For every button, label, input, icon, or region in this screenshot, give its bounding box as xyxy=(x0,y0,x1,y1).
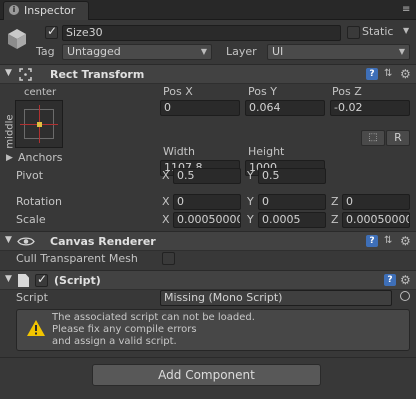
pivot-x-axis-label: X xyxy=(162,169,170,182)
help-icon[interactable]: ? xyxy=(366,68,378,80)
scale-z-field[interactable]: 0.00050000 xyxy=(342,212,410,228)
anchor-side-label: middle xyxy=(4,114,16,149)
pos-y-field[interactable]: 0.064 xyxy=(245,100,325,116)
pos-z-field[interactable]: -0.02 xyxy=(330,100,410,116)
pivot-x-field[interactable]: 0.5 xyxy=(173,168,241,184)
scale-x-axis-label: X xyxy=(162,213,170,226)
divider xyxy=(0,357,416,358)
scale-y-axis-label: Y xyxy=(247,213,254,226)
tag-value: Untagged xyxy=(67,45,121,58)
script-field-label: Script xyxy=(16,291,48,304)
tag-label: Tag xyxy=(36,45,55,58)
scale-label: Scale xyxy=(16,213,46,226)
raw-edit-label: R xyxy=(394,131,402,144)
width-label: Width xyxy=(163,145,195,158)
scale-x-field[interactable]: 0.00050000 xyxy=(173,212,241,228)
chevron-down-icon: ▼ xyxy=(200,47,207,56)
canvas-renderer-header[interactable]: ▼ Canvas Renderer ? ⇅ ⚙ xyxy=(0,231,416,251)
preset-icon[interactable]: ⇅ xyxy=(384,68,396,80)
warning-icon xyxy=(26,319,46,337)
anchor-preset-button[interactable] xyxy=(15,100,63,148)
tag-dropdown[interactable]: Untagged ▼ xyxy=(62,44,212,60)
foldout-arrow-icon[interactable]: ▼ xyxy=(5,68,12,78)
pos-x-field[interactable]: 0 xyxy=(160,100,240,116)
rotation-label: Rotation xyxy=(16,195,63,208)
pivot-y-field[interactable]: 0.5 xyxy=(258,168,326,184)
add-component-button[interactable]: Add Component xyxy=(92,364,321,386)
static-checkbox[interactable] xyxy=(347,26,360,39)
rot-y-axis-label: Y xyxy=(247,195,254,208)
eye-icon xyxy=(17,236,35,247)
chevron-down-icon: ▼ xyxy=(398,47,405,56)
rot-y-field[interactable]: 0 xyxy=(258,194,326,210)
add-component-label: Add Component xyxy=(158,368,255,382)
scale-z-axis-label: Z xyxy=(331,213,339,226)
foldout-arrow-icon[interactable]: ▼ xyxy=(5,235,12,245)
pivot-y-axis-label: Y xyxy=(247,169,254,182)
warning-line-2: Please fix any compile errors xyxy=(52,324,197,335)
layer-label: Layer xyxy=(226,45,257,58)
pos-z-label: Pos Z xyxy=(332,85,362,98)
tab-menu-icon[interactable]: ≡ xyxy=(402,4,410,16)
cull-checkbox[interactable] xyxy=(162,252,175,265)
cull-label: Cull Transparent Mesh xyxy=(16,252,138,265)
preset-icon[interactable]: ⇅ xyxy=(384,235,396,247)
canvas-renderer-title: Canvas Renderer xyxy=(50,235,156,248)
script-object-field[interactable]: Missing (Mono Script) xyxy=(160,290,392,306)
cube-icon xyxy=(6,27,28,51)
tab-inspector[interactable]: i Inspector xyxy=(3,1,89,20)
help-icon[interactable]: ? xyxy=(384,274,396,286)
pos-x-label: Pos X xyxy=(163,85,193,98)
anchors-foldout-icon[interactable]: ▶ xyxy=(6,153,13,163)
static-dropdown-icon[interactable]: ▼ xyxy=(403,26,409,35)
rect-transform-header[interactable]: ▼ Rect Transform ? ⇅ ⚙ xyxy=(0,64,416,84)
script-enabled-checkbox[interactable] xyxy=(35,272,48,287)
object-name-field[interactable]: Size30 xyxy=(62,25,341,41)
active-checkbox[interactable] xyxy=(45,24,58,39)
script-header[interactable]: ▼ (Script) ? ⚙ xyxy=(0,270,416,290)
warning-line-1: The associated script can not be loaded. xyxy=(52,312,255,323)
warning-box: The associated script can not be loaded.… xyxy=(16,309,410,351)
foldout-arrow-icon[interactable]: ▼ xyxy=(5,274,12,284)
rot-z-axis-label: Z xyxy=(331,195,339,208)
height-label: Height xyxy=(248,145,285,158)
gear-icon[interactable]: ⚙ xyxy=(400,274,412,286)
layer-dropdown[interactable]: UI ▼ xyxy=(267,44,410,60)
warning-line-3: and assign a valid script. xyxy=(52,336,177,347)
layer-value: UI xyxy=(272,45,284,58)
document-icon xyxy=(18,274,29,287)
anchor-top-label: center xyxy=(24,87,57,98)
blueprint-mode-button[interactable]: ⬚ xyxy=(361,130,385,146)
tab-label: Inspector xyxy=(24,4,76,17)
raw-edit-button[interactable]: R xyxy=(386,130,410,146)
rot-z-field[interactable]: 0 xyxy=(342,194,410,210)
object-picker-icon[interactable] xyxy=(400,291,410,301)
help-icon[interactable]: ? xyxy=(366,235,378,247)
gear-icon[interactable]: ⚙ xyxy=(400,68,412,80)
script-title: (Script) xyxy=(54,274,101,287)
rect-transform-icon xyxy=(19,68,32,81)
static-label: Static xyxy=(362,25,394,38)
pos-y-label: Pos Y xyxy=(248,85,277,98)
rect-transform-title: Rect Transform xyxy=(50,68,145,81)
info-icon: i xyxy=(9,5,19,15)
anchors-label[interactable]: Anchors xyxy=(18,151,63,164)
pivot-label: Pivot xyxy=(16,169,44,182)
rot-x-axis-label: X xyxy=(162,195,170,208)
gear-icon[interactable]: ⚙ xyxy=(400,235,412,247)
rot-x-field[interactable]: 0 xyxy=(173,194,241,210)
scale-y-field[interactable]: 0.0005 xyxy=(258,212,326,228)
